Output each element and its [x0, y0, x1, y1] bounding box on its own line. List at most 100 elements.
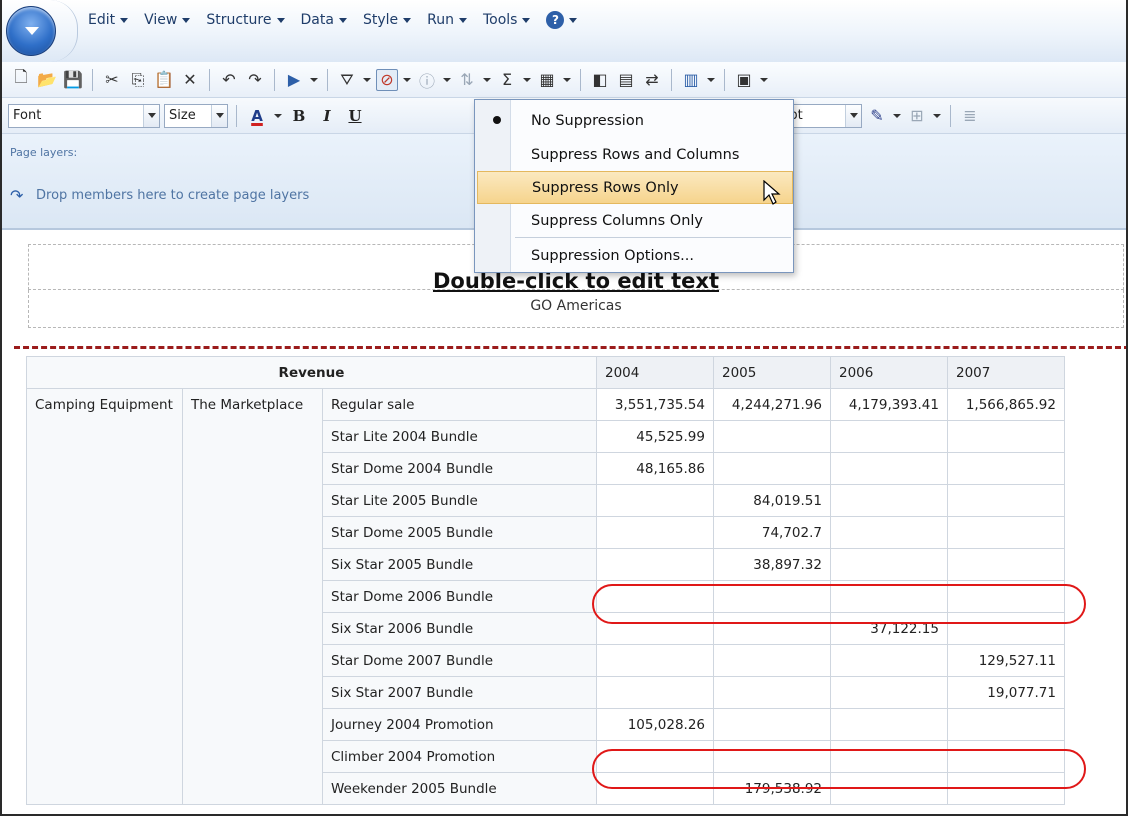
- align-icon[interactable]: ≣: [959, 105, 981, 127]
- menu-structure[interactable]: Structure: [198, 9, 292, 31]
- calculate-icon[interactable]: ▦: [536, 69, 558, 91]
- chevron-down-icon[interactable]: [273, 114, 283, 118]
- menu-item-suppress-rows-only[interactable]: Suppress Rows Only: [477, 171, 793, 204]
- new-document-icon[interactable]: 🗋: [10, 67, 32, 91]
- value-cell: [713, 644, 831, 677]
- chevron-down-icon[interactable]: [402, 78, 412, 82]
- underline-button[interactable]: U: [343, 104, 367, 128]
- grouping-icon[interactable]: ▤: [615, 69, 637, 91]
- font-color-icon[interactable]: A: [245, 104, 269, 128]
- chevron-down-icon[interactable]: [442, 78, 452, 82]
- value-cell: 4,244,271.96: [713, 388, 831, 421]
- chevron-down-icon[interactable]: [211, 104, 227, 127]
- menu-item-suppress-rows-columns[interactable]: Suppress Rows and Columns: [511, 138, 794, 171]
- menu-divider: [50, 0, 78, 62]
- paste-icon[interactable]: 📋: [153, 69, 175, 91]
- chevron-down-icon[interactable]: [143, 104, 159, 127]
- year-header[interactable]: 2004: [596, 356, 714, 389]
- chevron-down-icon[interactable]: [845, 104, 861, 127]
- value-cell: [947, 484, 1065, 517]
- subtitle-box[interactable]: GO Americas: [28, 290, 1124, 328]
- chevron-down-icon[interactable]: [562, 78, 572, 82]
- menu-data[interactable]: Data: [293, 9, 355, 31]
- value-cell: [947, 516, 1065, 549]
- layout-icon[interactable]: ▣: [733, 69, 755, 91]
- chevron-down-icon[interactable]: [362, 78, 372, 82]
- row-label[interactable]: Climber 2004 Promotion: [322, 740, 597, 773]
- row-label[interactable]: Star Lite 2005 Bundle: [322, 484, 597, 517]
- year-header[interactable]: 2005: [713, 356, 831, 389]
- year-header[interactable]: 2007: [947, 356, 1065, 389]
- row-label[interactable]: Star Dome 2007 Bundle: [322, 644, 597, 677]
- row-label[interactable]: Star Dome 2005 Bundle: [322, 516, 597, 549]
- size-select[interactable]: Size: [164, 103, 228, 128]
- toolbar-separator: [209, 68, 210, 91]
- chevron-down-icon[interactable]: [309, 78, 319, 82]
- year-header[interactable]: 2006: [830, 356, 948, 389]
- open-folder-icon[interactable]: 📂: [36, 69, 58, 91]
- value-cell: 129,527.11: [947, 644, 1065, 677]
- retailer-label[interactable]: The Marketplace: [182, 388, 323, 805]
- product-line-label[interactable]: Camping Equipment: [26, 388, 183, 805]
- row-label[interactable]: Star Dome 2006 Bundle: [322, 580, 597, 613]
- chevron-down-icon[interactable]: [759, 78, 769, 82]
- toolbar-separator: [274, 68, 275, 91]
- value-cell: 74,702.7: [713, 516, 831, 549]
- italic-button[interactable]: I: [315, 104, 339, 128]
- menu-view[interactable]: View: [136, 9, 198, 31]
- toolbar-separator: [950, 104, 951, 127]
- report-canvas: Double-click to edit text GO Americas Re…: [2, 232, 1126, 814]
- row-label[interactable]: Regular sale: [322, 388, 597, 421]
- measure-header[interactable]: Revenue: [26, 356, 597, 389]
- menu-edit[interactable]: Edit: [80, 9, 136, 31]
- row-label[interactable]: Star Lite 2004 Bundle: [322, 420, 597, 453]
- chevron-down-icon[interactable]: [482, 78, 492, 82]
- pivot-icon[interactable]: ◧: [589, 69, 611, 91]
- menu-tools[interactable]: Tools: [475, 9, 539, 31]
- chevron-down-icon[interactable]: [892, 114, 902, 118]
- chevron-down-icon[interactable]: [706, 78, 716, 82]
- borders-icon[interactable]: ⊞: [906, 105, 928, 127]
- menu-item-suppress-columns-only[interactable]: Suppress Columns Only: [511, 204, 794, 237]
- value-cell: [947, 708, 1065, 741]
- menu-run[interactable]: Run: [419, 9, 475, 31]
- suppress-icon[interactable]: ⊘: [376, 68, 398, 91]
- bold-button[interactable]: B: [287, 104, 311, 128]
- row-label[interactable]: Six Star 2007 Bundle: [322, 676, 597, 709]
- run-icon[interactable]: ▶: [283, 69, 305, 91]
- menu-item-no-suppression[interactable]: No Suppression: [511, 104, 794, 137]
- fill-color-icon[interactable]: ✎: [866, 105, 888, 127]
- save-icon[interactable]: 💾: [62, 69, 84, 91]
- menu-style[interactable]: Style: [355, 9, 419, 31]
- menu-item-suppression-options[interactable]: Suppression Options...: [511, 239, 794, 272]
- filter-icon[interactable]: ⛛: [336, 69, 358, 91]
- mouse-cursor-icon: [763, 180, 781, 205]
- undo-icon[interactable]: ↶: [218, 69, 240, 91]
- highlight-oval: [592, 584, 1086, 624]
- row-label[interactable]: Six Star 2005 Bundle: [322, 548, 597, 581]
- row-label[interactable]: Weekender 2005 Bundle: [322, 772, 597, 805]
- row-label[interactable]: Journey 2004 Promotion: [322, 708, 597, 741]
- swap-icon[interactable]: ⇄: [641, 69, 663, 91]
- copy-icon[interactable]: ⎘: [127, 69, 149, 91]
- value-cell: [596, 644, 714, 677]
- summarize-icon[interactable]: Σ: [496, 69, 518, 91]
- app-menu-button[interactable]: [6, 6, 56, 56]
- menu-help[interactable]: ?: [538, 9, 585, 31]
- chart-icon[interactable]: ▥: [680, 69, 702, 91]
- font-select[interactable]: Font: [8, 103, 160, 128]
- app-window: Edit View Structure Data Style Run Tools…: [0, 0, 1128, 816]
- delete-icon[interactable]: ✕: [179, 69, 201, 91]
- row-label[interactable]: Star Dome 2004 Bundle: [322, 452, 597, 485]
- explain-icon[interactable]: ⓘ: [416, 69, 438, 91]
- sort-icon[interactable]: ⇅: [456, 69, 478, 91]
- redo-icon[interactable]: ↷: [244, 69, 266, 91]
- chevron-down-icon[interactable]: [932, 114, 942, 118]
- cut-icon[interactable]: ✂: [101, 69, 123, 91]
- suppression-menu: No Suppression Suppress Rows and Columns…: [474, 99, 794, 273]
- value-cell: [830, 708, 948, 741]
- value-cell: 48,165.86: [596, 452, 714, 485]
- chevron-down-icon[interactable]: [522, 78, 532, 82]
- row-label[interactable]: Six Star 2006 Bundle: [322, 612, 597, 645]
- value-cell: [596, 548, 714, 581]
